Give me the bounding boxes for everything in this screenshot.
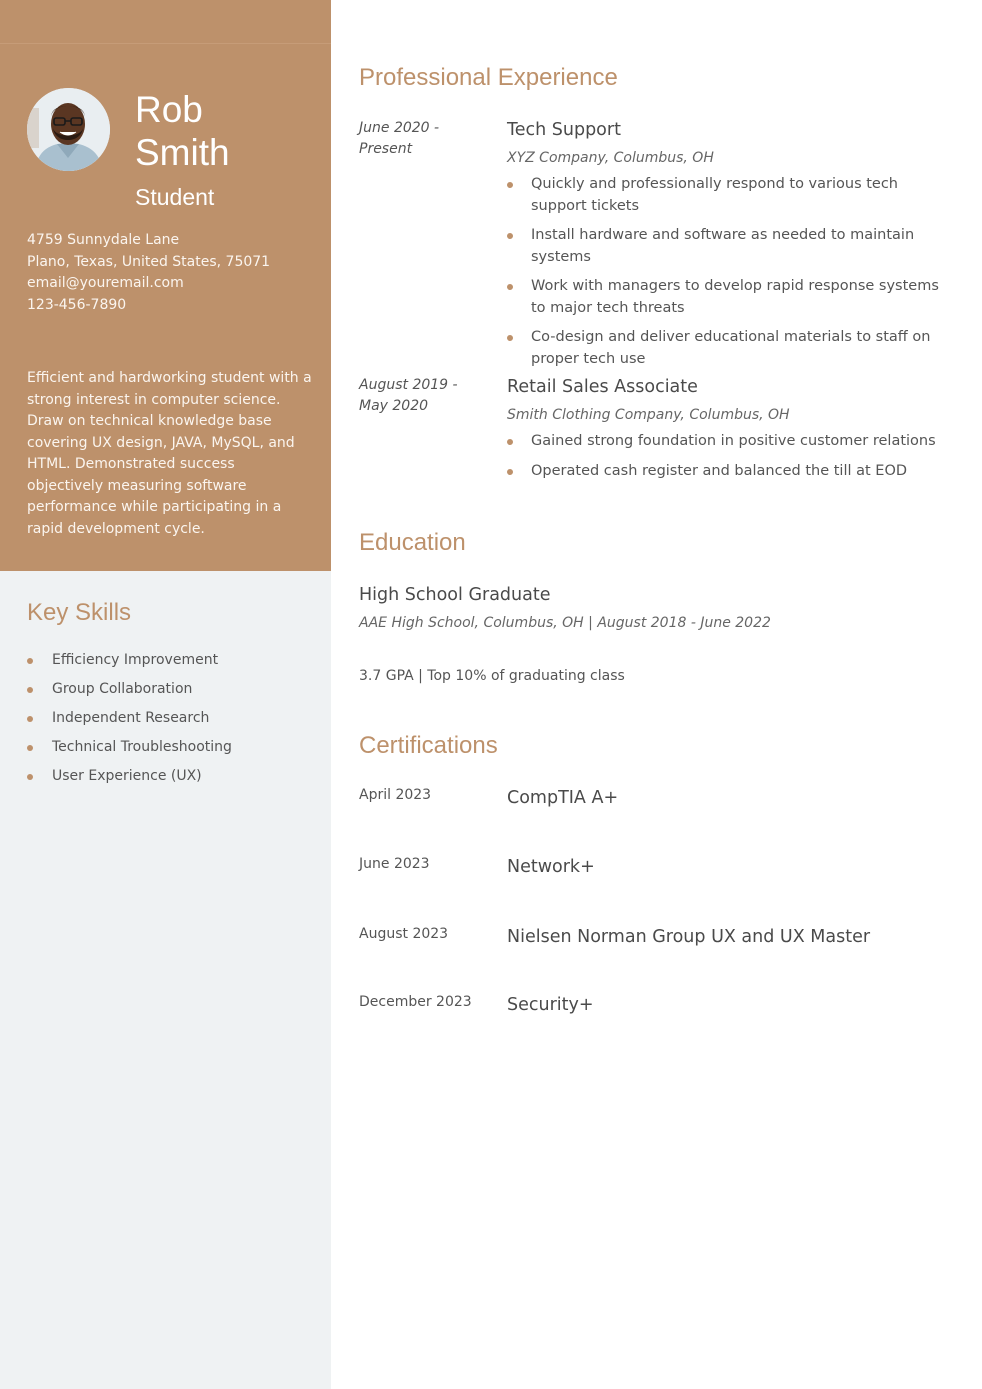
certification-date: April 2023 [359, 787, 432, 803]
skill-item: Efficiency Improvement [27, 650, 232, 679]
education-heading: Education [359, 529, 466, 556]
job-title: Retail Sales Associate [507, 377, 698, 397]
experience-heading: Professional Experience [359, 64, 618, 91]
skill-item: User Experience (UX) [27, 766, 232, 795]
bullet-icon [27, 774, 33, 780]
bullet-icon [507, 182, 513, 188]
certification-name: Network+ [507, 857, 595, 877]
job-bullet-text: Quickly and professionally respond to va… [531, 176, 898, 214]
job-dates: August 2019 - May 2020 [359, 377, 458, 414]
candidate-name: Rob Smith [135, 88, 230, 174]
job-bullet: Quickly and professionally respond to va… [507, 174, 947, 217]
address-line-1: 4759 Sunnydale Lane [27, 232, 180, 248]
job-bullet-text: Install hardware and software as needed … [531, 227, 915, 265]
job-bullet-text: Operated cash register and balanced the … [531, 462, 908, 479]
certification-name: Nielsen Norman Group UX and UX Master [507, 927, 871, 947]
job-company: XYZ Company, Columbus, OH [507, 150, 714, 166]
skill-label: Technical Troubleshooting [52, 739, 232, 755]
bullet-icon [27, 658, 33, 664]
skill-item: Technical Troubleshooting [27, 737, 232, 766]
contact-info: 4759 Sunnydale Lane Plano, Texas, United… [27, 230, 270, 316]
job-bullet-text: Co-design and deliver educational materi… [531, 329, 931, 367]
bullet-icon [507, 468, 513, 475]
summary: Efficient and hardworking student with a… [27, 370, 312, 537]
skill-label: Independent Research [52, 710, 210, 726]
job-bullet: Co-design and deliver educational materi… [507, 327, 947, 370]
address-line-2: Plano, Texas, United States, 75071 [27, 253, 271, 270]
job-bullet: Work with managers to develop rapid resp… [507, 276, 947, 319]
job-bullets: Quickly and professionally respond to va… [507, 174, 947, 370]
skill-label: Efficiency Improvement [52, 652, 219, 668]
job-bullets: Gained strong foundation in positive cus… [507, 431, 947, 482]
education-entry: High School Graduate AAE High School, Co… [359, 583, 959, 687]
certification-name: Security+ [507, 995, 594, 1015]
avatar [27, 88, 110, 171]
certification-item: December 2023 Security+ [359, 992, 959, 1022]
skills-heading: Key Skills [27, 599, 132, 626]
job-dates: June 2020 - Present [359, 120, 440, 157]
job-body: Retail Sales Associate Smith Clothing Co… [507, 375, 947, 490]
bullet-icon [507, 284, 513, 290]
bullet-icon [507, 335, 513, 341]
certification-item: June 2023 Network+ [359, 854, 959, 884]
certification-date: December 2023 [359, 994, 472, 1010]
job-company: Smith Clothing Company, Columbus, OH [507, 407, 790, 423]
first-name: Rob [135, 89, 203, 130]
certification-date: August 2023 [359, 926, 449, 942]
job-body: Tech Support XYZ Company, Columbus, OH Q… [507, 118, 947, 378]
certification-name: CompTIA A+ [507, 788, 619, 808]
profile-photo [27, 88, 110, 171]
candidate-role: Student [135, 184, 215, 210]
skill-item: Independent Research [27, 708, 232, 737]
education-degree: High School Graduate [359, 585, 551, 605]
job-bullet: Operated cash register and balanced the … [507, 461, 947, 483]
job-bullet: Install hardware and software as needed … [507, 225, 947, 268]
job-bullet: Gained strong foundation in positive cus… [507, 431, 947, 453]
email[interactable]: email@youremail.com [27, 273, 270, 295]
job-title: Tech Support [507, 120, 621, 140]
skill-item: Group Collaboration [27, 679, 232, 708]
education-meta: AAE High School, Columbus, OH | August 2… [359, 615, 771, 631]
certification-item: April 2023 CompTIA A+ [359, 785, 959, 815]
certifications-heading: Certifications [359, 732, 498, 759]
education-detail: 3.7 GPA | Top 10% of graduating class [359, 668, 625, 684]
sidebar-divider [0, 43, 331, 44]
sidebar-header-panel: Rob Smith Student 4759 Sunnydale Lane Pl… [0, 0, 331, 571]
sidebar: Rob Smith Student 4759 Sunnydale Lane Pl… [0, 0, 331, 1389]
job-bullet-text: Work with managers to develop rapid resp… [531, 278, 939, 316]
phone: 123-456-7890 [27, 296, 127, 313]
bullet-icon [507, 439, 513, 445]
bullet-icon [27, 687, 33, 693]
bullet-icon [27, 745, 33, 751]
last-name: Smith [135, 132, 230, 173]
certification-date: June 2023 [359, 856, 430, 872]
bullet-icon [27, 716, 33, 722]
skills-list: Efficiency Improvement Group Collaborati… [27, 650, 232, 795]
job-bullet-text: Gained strong foundation in positive cus… [531, 433, 936, 449]
skill-label: User Experience (UX) [52, 768, 202, 784]
certification-item: August 2023 Nielsen Norman Group UX and … [359, 924, 959, 954]
skill-label: Group Collaboration [52, 681, 193, 697]
bullet-icon [507, 233, 513, 239]
